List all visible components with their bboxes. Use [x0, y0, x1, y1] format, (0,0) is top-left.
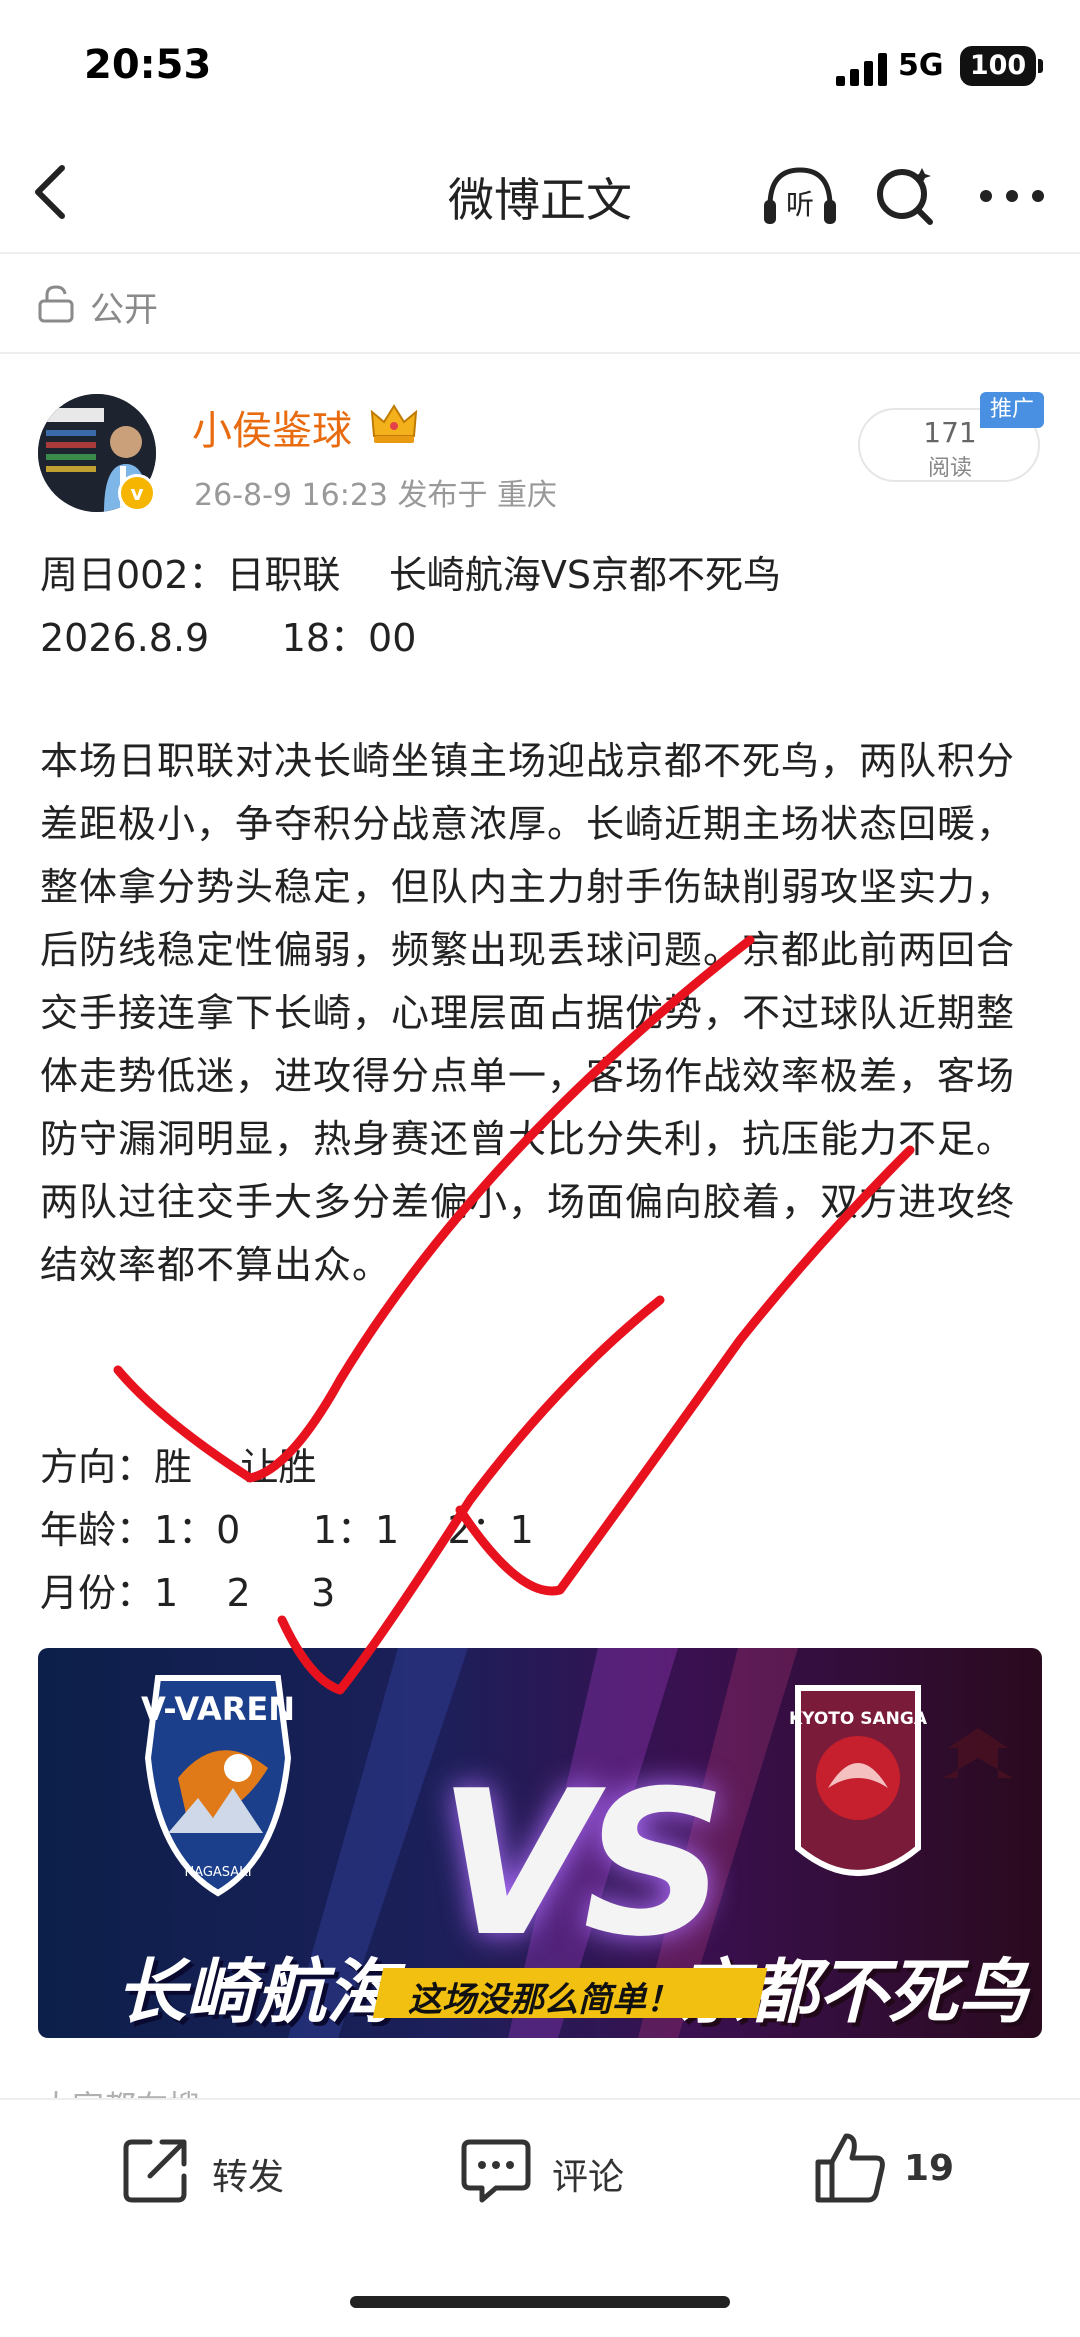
tip-direction: 方向：胜 让胜 [40, 1445, 317, 1489]
comment-button[interactable]: 评论 [460, 2126, 650, 2226]
network-type: 5G [898, 48, 944, 83]
status-time: 20:53 [84, 42, 212, 88]
visibility-label: 公开 [90, 290, 158, 330]
read-label: 阅读 [927, 456, 972, 481]
promo-badge[interactable]: 推广 [980, 392, 1044, 428]
home-indicator[interactable] [350, 2296, 730, 2308]
match-banner-image[interactable]: V-VAREN NAGASAKI KYOTO SANGA VS 长崎航海 京都不… [38, 1648, 1042, 2038]
banner-tagline: 这场没那么简单！ [408, 1980, 680, 2020]
home-logo-text: V-VAREN [141, 1690, 295, 1728]
match-line: 周日002：日职联 长崎航海VS京都不死鸟 [40, 553, 781, 597]
away-logo-text: KYOTO SANGA [789, 1709, 928, 1729]
search-icon[interactable] [870, 160, 940, 230]
repost-button[interactable]: 转发 [120, 2126, 310, 2226]
home-team-name: 长崎航海 [116, 1951, 396, 2033]
match-datetime: 2026.8.9 18：00 [40, 616, 417, 660]
signal-icon [836, 53, 887, 86]
like-button[interactable]: 19 [812, 2126, 982, 2226]
repost-icon [123, 2139, 187, 2203]
tip-month: 月份：1 2 3 [40, 1571, 336, 1615]
repost-label: 转发 [212, 2157, 285, 2198]
comment-icon [461, 2139, 531, 2203]
home-logo-subtext: NAGASAKI [184, 1865, 251, 1880]
thumbs-up-icon [815, 2133, 885, 2203]
section-divider [0, 352, 1080, 354]
post-meta: 26-8-9 16:23 发布于 重庆 [194, 478, 558, 513]
vs-text: VS [438, 1748, 727, 1981]
verified-badge-icon: v [118, 474, 156, 512]
unlock-icon [38, 285, 74, 323]
svg-text:听: 听 [786, 188, 814, 221]
author-name[interactable]: 小侯鉴球 [192, 398, 352, 456]
listen-headphones-icon[interactable]: 听 [760, 160, 840, 230]
nav-divider [0, 252, 1080, 254]
crown-badge-icon[interactable] [368, 402, 420, 446]
battery-icon: 100 [960, 46, 1043, 86]
comment-label: 评论 [552, 2157, 625, 2198]
more-options-icon[interactable] [974, 166, 1050, 226]
article-text: 本场日职联对决长崎坐镇主场迎战京都不死鸟，两队积分差距极小，争夺积分战意浓厚。长… [40, 739, 1016, 1287]
like-count: 19 [904, 2148, 955, 2189]
tip-age: 年龄：1：0 1：1 2：1 [40, 1508, 534, 1552]
